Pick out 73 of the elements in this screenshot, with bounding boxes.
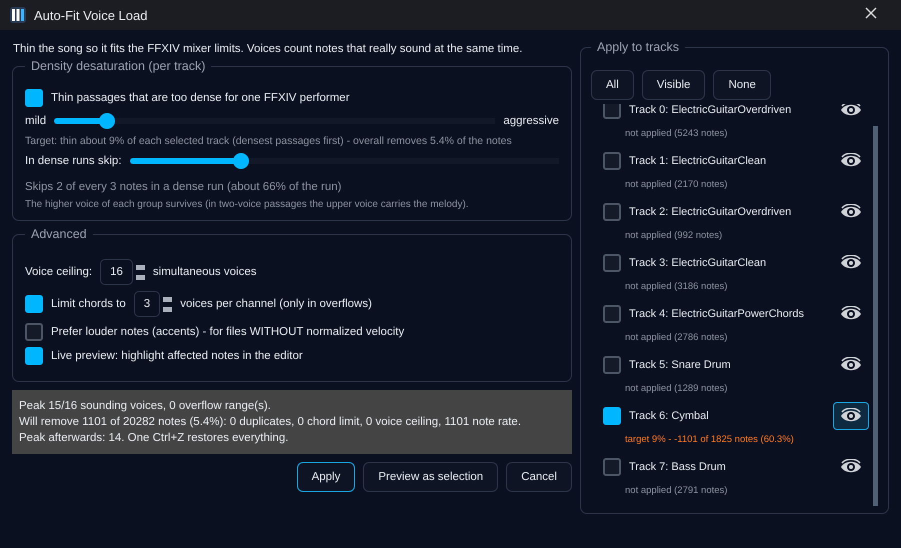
- summary-line: Will remove 1101 of 20282 notes (5.4%): 0 duplicates, 0 chord limit, 0 voice ceiling, 1101 note rate.: [19, 415, 522, 430]
- scrollbar[interactable]: [873, 126, 878, 506]
- eye-icon: [840, 306, 862, 322]
- slider-thumb[interactable]: [233, 153, 250, 169]
- track-name: Track 3: ElectricGuitarClean: [629, 257, 768, 269]
- close-icon: [865, 7, 877, 19]
- track-status: not applied (3186 notes): [624, 281, 728, 292]
- filter-button[interactable]: All: [591, 70, 634, 100]
- slider-label: In dense runs skip:: [25, 155, 122, 167]
- checkbox[interactable]: [25, 347, 43, 365]
- checkbox[interactable]: [603, 305, 621, 323]
- number-field[interactable]: 3: [134, 291, 160, 317]
- track-status: not applied (992 notes): [624, 230, 724, 241]
- spinner-icon[interactable]: [136, 264, 145, 280]
- slider-label: aggressive: [503, 115, 559, 127]
- checkbox[interactable]: [25, 295, 43, 313]
- eye-icon: [840, 153, 862, 169]
- dialog-button[interactable]: Cancel: [506, 462, 572, 492]
- filter-button[interactable]: Visible: [642, 70, 706, 100]
- skip-text: Skips 2 of every 3 notes in a dense run (about 66% of the run): [25, 181, 342, 193]
- checkbox[interactable]: [603, 152, 621, 170]
- eye-icon: [840, 459, 862, 475]
- track-name: Track 1: ElectricGuitarClean: [629, 155, 768, 167]
- track-status: not applied (1289 notes): [624, 383, 728, 394]
- checkbox[interactable]: [603, 104, 621, 119]
- group-title: Density desaturation (per track): [30, 59, 206, 73]
- checkbox[interactable]: [25, 89, 43, 107]
- track-name: Track 2: ElectricGuitarOverdriven: [629, 206, 792, 218]
- target-text: Target: thin about 9% of each selected track (densest passages first) - overall removes 5.4% of the notes: [25, 135, 513, 147]
- filter-button[interactable]: None: [713, 70, 771, 100]
- intro-text: Thin the song so it fits the FFXIV mixer limits. Voices count notes that really sound at the same time.: [13, 43, 524, 55]
- checkbox-label: Thin passages that are too dense for one FFXIV performer: [51, 92, 350, 104]
- visibility-button[interactable]: [833, 402, 869, 430]
- track-name: Track 4: ElectricGuitarPowerChords: [629, 308, 806, 320]
- field-label: simultaneous voices: [152, 266, 256, 278]
- eye-icon: [840, 204, 862, 220]
- group-title: Advanced: [30, 227, 88, 241]
- field-label: voices per channel (only in overflows): [180, 298, 372, 310]
- checkbox[interactable]: [603, 407, 621, 425]
- piano-icon: [10, 7, 26, 23]
- dialog-button[interactable]: Apply: [296, 462, 356, 492]
- track-status: not applied (2170 notes): [624, 179, 728, 190]
- track-name: Track 7: Bass Drum: [629, 461, 727, 473]
- slider-label: mild: [25, 115, 46, 127]
- checkbox[interactable]: [603, 356, 621, 374]
- checkbox[interactable]: [603, 458, 621, 476]
- track-name: Track 6: Cymbal: [629, 410, 710, 422]
- field-label: Voice ceiling:: [25, 266, 92, 278]
- track-status: target 9% - -1101 of 1825 notes (60.3%): [624, 434, 795, 445]
- spinner-icon[interactable]: [163, 296, 172, 312]
- eye-icon: [840, 357, 862, 373]
- track-name: Track 0: ElectricGuitarOverdriven: [629, 104, 792, 116]
- track-status: not applied (2791 notes): [624, 485, 728, 496]
- track-name: Track 5: Snare Drum: [629, 359, 732, 371]
- summary-line: Peak afterwards: 14. One Ctrl+Z restores everything.: [19, 431, 290, 446]
- checkbox-label: Live preview: highlight affected notes in the editor: [51, 350, 303, 362]
- track-status: not applied (5243 notes): [624, 128, 728, 139]
- group-title: Apply to tracks: [596, 41, 680, 54]
- eye-icon: [840, 255, 862, 271]
- checkbox-label: Prefer louder notes (accents) - for files WITHOUT normalized velocity: [51, 326, 404, 338]
- note-text: The higher voice of each group survives (in two-voice passages the upper voice carries the melody).: [25, 199, 470, 210]
- eye-icon: [840, 104, 862, 118]
- track-status: not applied (2786 notes): [624, 332, 728, 343]
- eye-icon: [840, 408, 862, 424]
- summary-line: Peak 15/16 sounding voices, 0 overflow range(s).: [19, 399, 272, 414]
- window-title: Auto-Fit Voice Load: [34, 8, 148, 22]
- checkbox[interactable]: [603, 203, 621, 221]
- number-field[interactable]: 16: [100, 259, 133, 285]
- checkbox[interactable]: [603, 254, 621, 272]
- checkbox[interactable]: [25, 323, 43, 341]
- dialog-button[interactable]: Preview as selection: [363, 462, 498, 492]
- checkbox-label: Limit chords to: [51, 298, 126, 310]
- slider-thumb[interactable]: [99, 113, 116, 129]
